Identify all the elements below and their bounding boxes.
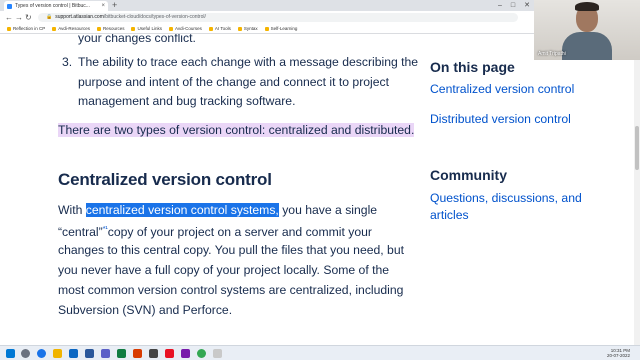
community-heading: Community (430, 167, 507, 183)
folder-icon (131, 26, 136, 31)
paragraph-line-3: changes to this central copy. You pull t… (58, 243, 404, 257)
new-tab-button[interactable]: + (112, 0, 117, 11)
teams-icon[interactable] (101, 349, 110, 358)
tab-title: Types of version control | Bitbuc... (15, 3, 90, 9)
bookmark-item[interactable]: Useful Links (131, 26, 162, 31)
edge-icon[interactable] (69, 349, 78, 358)
bookmark-item[interactable]: AI Tools (208, 26, 231, 31)
folder-icon (208, 26, 213, 31)
bookmark-item[interactable]: Reflection in CP (7, 26, 45, 31)
list-number-3: 3. (62, 55, 73, 69)
toc-link-centralized[interactable]: Centralized version control (430, 81, 574, 98)
text-copy: copy of your project on a server and com… (107, 225, 372, 240)
folder-icon (52, 26, 57, 31)
bookmark-item[interactable]: Self-Learning (264, 26, 298, 31)
community-link-line-2[interactable]: articles (430, 207, 469, 224)
list-item-3-line-1: The ability to trace each change with a … (78, 55, 419, 69)
bookmark-label: Syntax (243, 26, 258, 31)
reload-icon[interactable]: ↻ (25, 13, 32, 22)
selected-link-centralized-systems[interactable]: centralized version control systems, (85, 203, 279, 217)
bookmark-item[interactable]: Syntax (237, 26, 258, 31)
search-icon[interactable] (21, 349, 30, 358)
list-item-3-line-2: purpose and intent of the change and con… (78, 75, 390, 89)
file-explorer-icon[interactable] (53, 349, 62, 358)
folder-icon (237, 26, 242, 31)
notepad-icon[interactable] (213, 349, 222, 358)
webcam-overlay: Amit Tripathi (534, 0, 640, 60)
address-bar[interactable]: 🔒 support.atlassian.com/bitbucket-cloud/d… (38, 13, 518, 22)
bookmark-item[interactable]: Avdi-Courses (168, 26, 202, 31)
onenote-icon[interactable] (181, 349, 190, 358)
system-clock[interactable]: 10:31 PM 20-07-2022 (607, 348, 630, 358)
text-central: “central” (58, 225, 103, 240)
paragraph-line-1: With centralized version control systems… (58, 200, 377, 220)
presenter-name: Amit Tripathi (538, 51, 566, 57)
bookmark-item[interactable]: Avdi-Resources (52, 26, 90, 31)
scrollbar-thumb[interactable] (635, 126, 639, 170)
heading-centralized-version-control: Centralized version control (58, 170, 272, 189)
on-this-page-heading: On this page (430, 59, 515, 75)
folder-icon (168, 26, 173, 31)
paragraph-line-6: Subversion (SVN) and Perforce. (58, 303, 233, 317)
excel-icon[interactable] (117, 349, 126, 358)
back-arrow-icon[interactable]: ← (5, 13, 13, 22)
bookmark-item[interactable]: Resources (96, 26, 125, 31)
maximize-button[interactable]: □ (511, 0, 515, 11)
bookmark-label: Avdi-Courses (174, 26, 202, 31)
bookmark-label: Self-Learning (270, 26, 298, 31)
start-icon[interactable] (6, 349, 15, 358)
toc-link-distributed[interactable]: Distributed version control (430, 111, 571, 128)
list-line-conflict: your changes conflict. (78, 34, 196, 45)
presenter-hair (575, 2, 599, 11)
two-types-note: There are two types of version control: … (58, 120, 415, 140)
folder-icon (96, 26, 101, 31)
tab-types-of-version-control[interactable]: Types of version control | Bitbuc... × (4, 1, 108, 11)
highlighted-text: There are two types of version control: … (58, 123, 415, 137)
word-icon[interactable] (85, 349, 94, 358)
paragraph-line-4: you never have a full copy of your proje… (58, 263, 390, 277)
powerpoint-icon[interactable] (133, 349, 142, 358)
forward-arrow-icon[interactable]: → (15, 13, 23, 22)
chrome-profile-icon[interactable] (197, 349, 206, 358)
text-single: you have a single (278, 203, 378, 217)
bookmark-label: Avdi-Resources (58, 26, 90, 31)
bookmark-label: Reflection in CP (13, 26, 46, 31)
url-host: support.atlassian.com (55, 14, 104, 20)
bookmark-label: Useful Links (137, 26, 162, 31)
page-content: your changes conflict. 3. The ability to… (0, 34, 640, 345)
minimize-button[interactable]: – (498, 0, 502, 11)
close-window-button[interactable]: ✕ (524, 0, 530, 11)
lock-icon: 🔒 (46, 14, 53, 20)
folder-icon (264, 26, 269, 31)
clock-date: 20-07-2022 (606, 353, 630, 358)
close-tab-icon[interactable]: × (101, 3, 105, 9)
chrome-icon[interactable] (37, 349, 46, 358)
presenter-body (562, 32, 612, 60)
paragraph-line-5: most common version control systems are … (58, 283, 404, 297)
community-link-line-1[interactable]: Questions, discussions, and (430, 190, 582, 207)
folder-icon (7, 26, 11, 31)
bitbucket-icon (7, 3, 12, 9)
url-path: /bitbucket-cloud/docs/types-of-version-c… (103, 14, 206, 20)
bookmark-label: Resources (102, 26, 125, 31)
bookmark-label: AI Tools (214, 26, 231, 31)
list-item-3-line-3: management and bug tracking software. (78, 94, 296, 108)
paragraph-line-2: “central”*¹copy of your project on a ser… (58, 220, 372, 242)
app-icon[interactable] (165, 349, 174, 358)
page-scrollbar[interactable] (634, 34, 640, 345)
windows-taskbar: 10:31 PM 20-07-2022 (0, 345, 640, 360)
text-with: With (58, 203, 86, 217)
window-controls: – □ ✕ (498, 0, 530, 11)
terminal-icon[interactable] (149, 349, 158, 358)
